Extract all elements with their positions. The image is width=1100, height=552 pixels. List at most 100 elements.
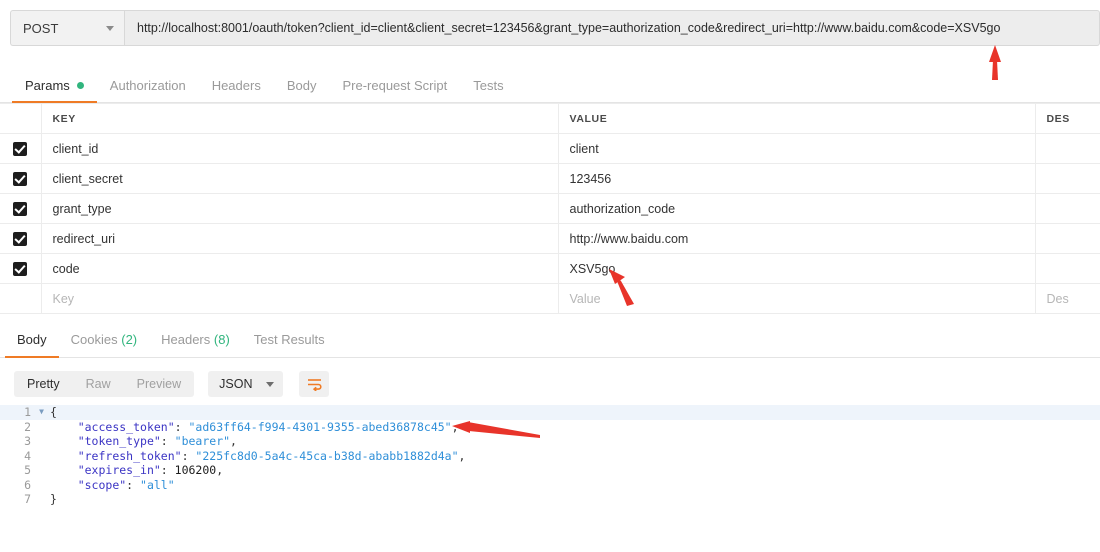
tab-headers[interactable]: Headers — [199, 78, 274, 102]
table-row: client_id client — [0, 133, 1100, 164]
code-line: 3 "token_type": "bearer", — [0, 434, 1100, 449]
row-key-cell[interactable]: client_id — [41, 133, 559, 164]
request-url-bar: POST http://localhost:8001/oauth/token?c… — [0, 0, 1100, 56]
row-description-cell[interactable] — [1035, 133, 1100, 164]
expires-in-value: 106200 — [174, 463, 217, 477]
line-number: 1 — [24, 405, 31, 419]
code-line-text: "access_token": "ad63ff64-f994-4301-9355… — [77, 419, 459, 434]
header-value: VALUE — [558, 103, 1036, 134]
line-number: 5 — [24, 463, 31, 477]
row-checkbox-cell[interactable] — [0, 133, 42, 164]
row-description-cell[interactable] — [1035, 223, 1100, 254]
checkbox-checked-icon[interactable] — [13, 201, 28, 216]
tab-pre-request-script-label: Pre-request Script — [342, 78, 448, 93]
response-format-toolbar: Pretty Raw Preview JSON — [0, 364, 1100, 404]
response-tab-cookies-label: Cookies — [70, 332, 118, 347]
tab-authorization-label: Authorization — [109, 78, 186, 93]
http-method-select[interactable]: POST — [10, 10, 124, 46]
row-checkbox-cell[interactable] — [0, 193, 42, 224]
response-tab-cookies[interactable]: Cookies (2) — [59, 332, 149, 357]
table-row: redirect_uri http://www.baidu.com — [0, 223, 1100, 254]
code-line: 2 "access_token": "ad63ff64-f994-4301-93… — [0, 420, 1100, 435]
format-mode-group: Pretty Raw Preview — [14, 371, 195, 397]
format-mode-preview[interactable]: Preview — [124, 371, 194, 397]
row-value-cell[interactable]: http://www.baidu.com — [558, 223, 1036, 254]
row-key-cell[interactable]: grant_type — [41, 193, 559, 224]
format-mode-raw[interactable]: Raw — [73, 371, 124, 397]
row-key-cell[interactable]: client_secret — [41, 163, 559, 194]
tab-authorization[interactable]: Authorization — [97, 78, 199, 102]
code-fold-toggle-icon[interactable]: ▼ — [36, 405, 47, 420]
row-description-cell[interactable] — [1035, 253, 1100, 284]
new-value-cell[interactable]: Value — [558, 283, 1036, 314]
row-key-cell[interactable]: redirect_uri — [41, 223, 559, 254]
row-key-text: client_id — [52, 141, 99, 156]
response-language-select[interactable]: JSON — [208, 371, 284, 397]
tab-body-label: Body — [286, 78, 317, 93]
row-checkbox-cell[interactable] — [0, 163, 42, 194]
format-mode-pretty[interactable]: Pretty — [14, 371, 73, 397]
response-tab-body[interactable]: Body — [5, 332, 59, 358]
checkbox-checked-icon[interactable] — [13, 231, 28, 246]
table-row-placeholder: Key Value Des — [0, 283, 1100, 314]
response-tab-test-results-label: Test Results — [253, 332, 325, 347]
response-tab-body-label: Body — [17, 332, 47, 347]
response-tab-test-results[interactable]: Test Results — [242, 332, 337, 357]
new-description-placeholder: Des — [1046, 291, 1069, 306]
response-tab-headers-count: (8) — [213, 332, 230, 347]
checkbox-checked-icon[interactable] — [13, 171, 28, 186]
row-value-cell[interactable]: authorization_code — [558, 193, 1036, 224]
tab-body[interactable]: Body — [274, 78, 330, 102]
new-key-placeholder: Key — [52, 291, 75, 306]
response-tab-cookies-count: (2) — [121, 332, 138, 347]
line-number: 6 — [24, 477, 31, 492]
response-tab-headers[interactable]: Headers (8) — [149, 332, 242, 357]
row-checkbox-cell-empty[interactable] — [0, 283, 42, 314]
tab-tests[interactable]: Tests — [460, 78, 516, 102]
row-checkbox-cell[interactable] — [0, 223, 42, 254]
checkbox-checked-icon[interactable] — [13, 141, 28, 156]
row-description-cell[interactable] — [1035, 193, 1100, 224]
line-number: 3 — [24, 434, 31, 448]
row-value-cell[interactable]: 123456 — [558, 163, 1036, 194]
checkbox-checked-icon[interactable] — [13, 261, 28, 276]
request-tabs: Params Authorization Headers Body Pre-re… — [0, 66, 1100, 103]
header-key: KEY — [41, 103, 559, 134]
row-key-text: client_secret — [52, 171, 123, 186]
row-key-text: code — [52, 261, 80, 276]
code-line-text: "token_type": "bearer", — [77, 434, 237, 448]
line-number: 7 — [24, 492, 31, 506]
row-value-cell[interactable]: XSV5go — [558, 253, 1036, 284]
wrap-lines-button[interactable] — [299, 371, 330, 397]
code-line-text: { — [50, 405, 57, 419]
code-line-text: "scope": "all" — [77, 477, 175, 492]
chevron-down-icon — [106, 25, 114, 31]
response-tab-headers-label: Headers — [161, 332, 211, 347]
tab-pre-request-script[interactable]: Pre-request Script — [329, 78, 460, 102]
new-key-cell[interactable]: Key — [41, 283, 559, 314]
request-url-input[interactable]: http://localhost:8001/oauth/token?client… — [124, 10, 1100, 46]
header-description: DES — [1035, 103, 1100, 134]
table-row: code XSV5go — [0, 253, 1100, 284]
table-row: client_secret 123456 — [0, 163, 1100, 194]
code-line: 7 } — [0, 492, 1100, 507]
new-description-cell[interactable]: Des — [1035, 283, 1100, 314]
row-key-text: redirect_uri — [52, 231, 116, 246]
code-line-text: "refresh_token": "225fc8d0-5a4c-45ca-b38… — [77, 448, 466, 463]
tab-params[interactable]: Params — [12, 78, 97, 103]
row-value-cell[interactable]: client — [558, 133, 1036, 164]
scope-value: "all" — [140, 477, 175, 492]
row-checkbox-cell[interactable] — [0, 253, 42, 284]
row-value-text: client — [569, 141, 599, 156]
chevron-down-icon — [266, 381, 275, 387]
code-line-text: "expires_in": 106200, — [77, 463, 224, 477]
line-number: 4 — [24, 448, 31, 463]
line-number: 2 — [24, 419, 31, 434]
wrap-lines-icon — [307, 378, 322, 391]
tab-params-label: Params — [25, 78, 70, 93]
tab-headers-label: Headers — [211, 78, 261, 93]
row-key-cell[interactable]: code — [41, 253, 559, 284]
row-description-cell[interactable] — [1035, 163, 1100, 194]
tab-tests-label: Tests — [473, 78, 504, 93]
response-body-code[interactable]: 1 ▼ { 2 "access_token": "ad63ff64-f994-4… — [0, 405, 1100, 520]
